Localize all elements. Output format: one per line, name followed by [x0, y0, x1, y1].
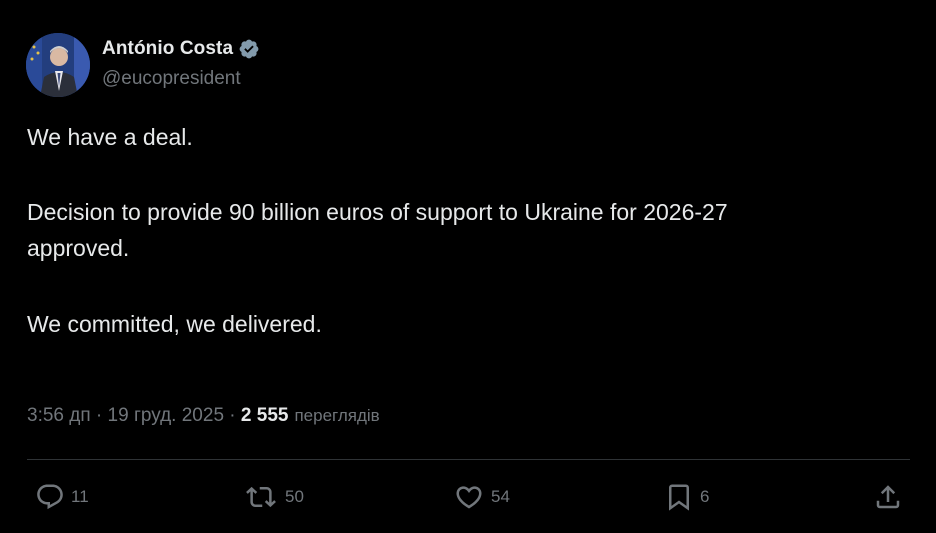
author-display-name[interactable]: António Costa — [102, 38, 233, 60]
tweet-text-line: We committed, we delivered. — [27, 311, 322, 337]
reply-icon — [35, 482, 65, 512]
tweet-text-line: Decision to provide 90 billion euros of … — [27, 199, 728, 225]
reply-button[interactable]: 11 — [35, 480, 89, 514]
heart-icon — [453, 482, 485, 512]
retweet-button[interactable]: 50 — [243, 480, 304, 514]
bookmark-button[interactable]: 6 — [664, 480, 709, 514]
bookmark-icon — [664, 482, 694, 512]
views-label: переглядів — [294, 406, 380, 425]
tweet-text-line: approved. — [27, 235, 130, 261]
retweet-count: 50 — [285, 487, 304, 506]
author-name-row[interactable]: António Costa — [102, 36, 260, 62]
verified-badge-icon[interactable] — [238, 38, 260, 60]
meta-separator: · — [90, 405, 108, 426]
reply-count: 11 — [71, 487, 89, 506]
author-handle[interactable]: @eucopresident — [102, 68, 241, 90]
tweet-meta: 3:56 дп · 19 груд. 2025 · 2 555 перегляд… — [27, 402, 380, 430]
divider — [27, 459, 910, 460]
meta-separator: · — [224, 405, 241, 426]
share-icon — [873, 482, 903, 512]
tweet-date[interactable]: 19 груд. 2025 — [108, 405, 224, 427]
views-count: 2 555 — [240, 405, 289, 426]
share-button[interactable] — [873, 480, 903, 514]
bookmark-count: 6 — [700, 487, 710, 506]
tweet-text-line: We have a deal. — [27, 124, 193, 150]
like-count: 54 — [491, 487, 510, 506]
avatar[interactable] — [26, 33, 90, 97]
retweet-icon — [243, 482, 279, 512]
like-button[interactable]: 54 — [453, 480, 510, 514]
tweet-card: António Costa @eucopresident We have a d… — [0, 0, 936, 533]
tweet-time[interactable]: 3:56 дп — [27, 405, 91, 427]
